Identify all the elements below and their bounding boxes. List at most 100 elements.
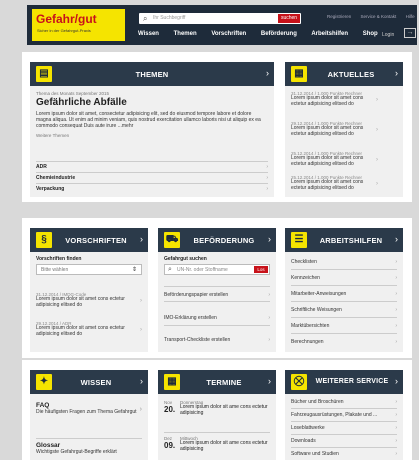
news-item[interactable]: 25.12.2014 / 1.000 Punkte Rechner Lorem … <box>291 151 378 167</box>
gefahrgut-search-button[interactable]: Los <box>254 266 268 273</box>
service-header[interactable]: ⛒ WEITERER SERVICE › <box>285 370 403 394</box>
arbeitshilfen-header[interactable]: ☰ ARBEITSHILFEN › <box>285 228 403 252</box>
nav-vorschriften[interactable]: Vorschriften <box>211 31 246 37</box>
termine-card: ▦ TERMINE › Nov 20. Donnerstag Lorem ips… <box>158 370 276 460</box>
link-help[interactable]: Hilfe <box>406 14 415 19</box>
arbeitshilfen-item[interactable]: Kennzeichen › <box>291 270 397 286</box>
arbeitshilfen-item-label: Kennzeichen <box>291 275 320 281</box>
service-item[interactable]: Bücher und Broschüren › <box>291 396 397 409</box>
termine-header[interactable]: ▦ TERMINE › <box>158 370 276 394</box>
themen-item[interactable]: Verpackung › <box>36 183 268 194</box>
befoerderung-item[interactable]: Beförderungspapier erstellen › <box>164 286 270 302</box>
service-item-label: Downloads <box>291 438 316 444</box>
section-top: ▤ THEMEN › Thema des Monats September 20… <box>22 52 412 202</box>
chevron-right-icon: › <box>395 291 397 297</box>
service-item-label: Software und Studien <box>291 451 339 457</box>
termin-item[interactable]: Nov 20. Donnerstag Lorem ipsum dolor sit… <box>164 400 270 428</box>
link-register[interactable]: Registrieren <box>327 14 351 19</box>
gefahrgut-search-input[interactable]: UN-Nr. oder Stoffname <box>177 267 228 273</box>
login-icon[interactable]: → <box>404 28 416 38</box>
service-item[interactable]: Software und Studien › <box>291 448 397 460</box>
search-bar: ⌕ Ihr Suchbegriff suchen <box>139 13 301 24</box>
service-item[interactable]: Loseblattwerke › <box>291 422 397 435</box>
chevron-right-icon: › <box>395 68 398 78</box>
chevron-right-icon: › <box>395 412 397 418</box>
vorschriften-news-item[interactable]: 29.12.2014 / ADR Lorem ipsum dolor sit a… <box>36 321 142 337</box>
chevron-right-icon: › <box>395 259 397 265</box>
main-nav: Wissen Themen Vorschriften Beförderung A… <box>138 31 391 37</box>
arbeitshilfen-item[interactable]: Checklisten › <box>291 254 397 270</box>
wissen-item-head: FAQ <box>36 402 50 409</box>
vorschriften-news-item[interactable]: 31.12.2014 / IMDG-Code Lorem ipsum dolor… <box>36 292 142 308</box>
search-input[interactable]: Ihr Suchbegriff <box>153 15 185 21</box>
befoerderung-item[interactable]: Transport-Checkliste erstellen › <box>164 332 270 348</box>
nav-wissen[interactable]: Wissen <box>138 31 159 37</box>
chevron-right-icon: › <box>140 327 142 333</box>
befoerderung-search-label: Gefahrgut suchen <box>164 256 207 262</box>
search-button[interactable]: suchen <box>278 14 300 23</box>
arbeitshilfen-title: ARBEITSHILFEN <box>319 236 383 245</box>
news-text: Lorem ipsum dolor sit amet cons ectetur … <box>291 125 364 137</box>
chevron-right-icon: › <box>140 298 142 304</box>
arbeitshilfen-item[interactable]: Berechnungen › <box>291 334 397 350</box>
chevron-right-icon: › <box>140 376 143 386</box>
nav-shop[interactable]: Shop <box>363 31 378 37</box>
vorschriften-select[interactable]: Bitte wählen ⇕ <box>36 264 142 275</box>
themen-item[interactable]: ADR › <box>36 161 268 172</box>
themen-item[interactable]: Chemieindustrie › <box>36 172 268 183</box>
news-item[interactable]: 25.12.2014 / 1.000 Punkte Rechner Lorem … <box>291 175 378 191</box>
befoerderung-title: BEFÖRDERUNG <box>193 236 255 245</box>
arbeitshilfen-item[interactable]: Mitarbeiter-Anweisungen › <box>291 286 397 302</box>
wissen-item[interactable]: Glossar Wichtigste Gefahrgut-Begriffe er… <box>36 438 142 455</box>
nav-arbeitshilfen[interactable]: Arbeitshilfen <box>311 31 348 37</box>
chevron-right-icon: › <box>395 451 397 457</box>
wissen-item[interactable]: FAQ Die häufigsten Fragen zum Thema Gefa… <box>36 402 142 415</box>
befoerderung-header[interactable]: ⛟ BEFÖRDERUNG › <box>158 228 276 252</box>
themen-item-label: ADR <box>36 164 47 170</box>
themen-card: ▤ THEMEN › Thema des Monats September 20… <box>30 62 274 197</box>
befoerderung-item-label: Transport-Checkliste erstellen <box>164 337 231 343</box>
link-service[interactable]: Service & Kontakt <box>361 14 397 19</box>
themen-headline[interactable]: Gefährliche Abfälle <box>36 97 268 108</box>
news-text: Lorem ipsum dolor sit amet cons ectetur … <box>291 179 364 191</box>
vorschriften-header[interactable]: § VORSCHRIFTEN › <box>30 228 148 252</box>
termin-text: Lorem ipsum dolor sit ame cons ectetur a… <box>180 404 268 416</box>
page: Gefahr/gut Sicher in der Gefahrgut-Praxi… <box>0 0 419 460</box>
chevron-right-icon: › <box>395 425 397 431</box>
top-links: Registrieren Service & Kontakt Hilfe <box>327 14 419 19</box>
chevron-right-icon: › <box>268 292 270 298</box>
news-text: Lorem ipsum dolor sit amet cons ectetur … <box>291 95 364 107</box>
news-item[interactable]: 31.12.2014 / 1.000 Punkte Rechner Lorem … <box>291 91 378 107</box>
termin-item[interactable]: Dez 09. Mittwoch Lorem ipsum dolor sit a… <box>164 432 270 460</box>
aktuelles-card: ▦ AKTUELLES › 31.12.2014 / 1.000 Punkte … <box>285 62 403 197</box>
nav-themen[interactable]: Themen <box>174 31 197 37</box>
vorschriften-title: VORSCHRIFTEN <box>65 236 127 245</box>
service-item[interactable]: Downloads › <box>291 435 397 448</box>
aktuelles-header[interactable]: ▦ AKTUELLES › <box>285 62 403 86</box>
arbeitshilfen-item[interactable]: Schriftliche Weisungen › <box>291 302 397 318</box>
gefahrgut-search: ⌕ UN-Nr. oder Stoffname Los <box>164 264 270 275</box>
themen-header[interactable]: ▤ THEMEN › <box>30 62 274 86</box>
nav-befoerderung[interactable]: Beförderung <box>261 31 297 37</box>
befoerderung-item[interactable]: IMO-Erklärung erstellen › <box>164 310 270 326</box>
logo[interactable]: Gefahr/gut Sicher in der Gefahrgut-Praxi… <box>32 9 125 41</box>
themen-title: THEMEN <box>135 70 169 79</box>
chevron-right-icon: › <box>395 438 397 444</box>
chevron-right-icon: › <box>140 234 143 244</box>
wissen-item-sub: Wichtigste Gefahrgut-Begriffe erklärt <box>36 449 117 455</box>
login-link[interactable]: Login <box>382 32 394 38</box>
search-icon: ⌕ <box>143 14 148 23</box>
news-text: Lorem ipsum dolor sit amet cons ectetur … <box>291 155 364 167</box>
chevron-right-icon: › <box>395 399 397 405</box>
news-item[interactable]: 29.12.2014 / 1.000 Punkte Rechner Lorem … <box>291 121 378 137</box>
aktuelles-title: AKTUELLES <box>327 70 375 79</box>
arbeitshilfen-item[interactable]: Marktübersichten › <box>291 318 397 334</box>
arbeitshilfen-item-label: Mitarbeiter-Anweisungen <box>291 291 347 297</box>
wissen-header[interactable]: ✦ WISSEN › <box>30 370 148 394</box>
chevron-right-icon: › <box>395 234 398 244</box>
service-item[interactable]: Fahrzeugausrüstungen, Plakate und ... › <box>291 409 397 422</box>
arbeitshilfen-item-label: Berechnungen <box>291 339 324 345</box>
chevron-right-icon: › <box>266 68 269 78</box>
vorschriften-find-label: Vorschriften finden <box>36 256 82 262</box>
chevron-right-icon: › <box>395 323 397 329</box>
